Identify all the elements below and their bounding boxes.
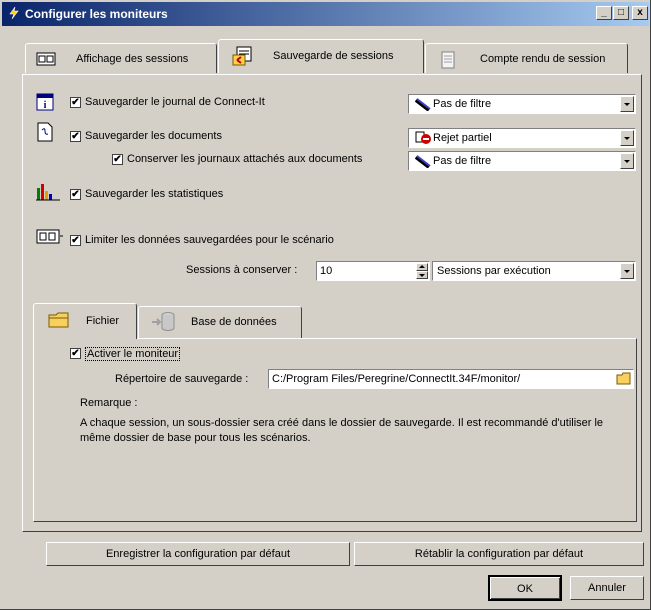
display-icon	[36, 52, 56, 66]
remark-label: Remarque :	[80, 397, 138, 409]
sessions-stepper[interactable]: 10	[316, 261, 430, 281]
tab-compte-rendu-de-session[interactable]: Compte rendu de session	[425, 43, 628, 73]
dropdown-arrow-icon[interactable]	[620, 96, 634, 112]
journal-checkbox[interactable]: ✔	[70, 97, 81, 108]
subtab-base-de-donnees[interactable]: Base de données	[138, 306, 302, 338]
database-icon	[152, 312, 175, 331]
sessions-unit-value: Sessions par exécution	[437, 265, 551, 277]
info-icon: i	[36, 93, 54, 111]
document-icon	[37, 122, 53, 142]
save-default-button[interactable]: Enregistrer la configuration par défaut	[46, 542, 350, 566]
enable-monitor-checkbox[interactable]: ✔	[70, 348, 81, 359]
enable-monitor-label: Activer le moniteur	[85, 347, 181, 361]
maximize-button[interactable]: □	[613, 6, 629, 20]
tab-sauvegarde-de-sessions[interactable]: Sauvegarde de sessions	[218, 39, 424, 73]
browse-folder-icon[interactable]	[616, 372, 632, 386]
journal-label: Sauvegarder le journal de Connect-It	[85, 96, 265, 108]
subtab-label: Fichier	[86, 315, 120, 327]
journal-filter-select[interactable]: Pas de filtre	[408, 94, 636, 114]
statistics-icon	[36, 184, 60, 201]
close-button[interactable]: x	[632, 6, 648, 20]
filter-icon	[415, 155, 431, 168]
filter-icon	[415, 98, 431, 111]
attached-logs-checkbox[interactable]: ✔	[112, 154, 123, 165]
report-icon	[441, 51, 455, 69]
restore-default-button[interactable]: Rétablir la configuration par défaut	[354, 542, 644, 566]
subtab-label: Base de données	[191, 316, 277, 328]
limit-icon	[36, 229, 63, 244]
tab-label: Compte rendu de session	[480, 53, 606, 65]
svg-text:i: i	[44, 100, 47, 111]
cancel-button[interactable]: Annuler	[570, 576, 644, 600]
sessions-label: Sessions à conserver :	[186, 264, 298, 276]
configure-monitors-dialog: Configurer les moniteurs _ □ x Affichage…	[0, 0, 651, 610]
app-icon	[9, 6, 19, 20]
sessions-unit-select[interactable]: Sessions par exécution	[432, 261, 636, 281]
subtab-fichier[interactable]: Fichier	[33, 303, 137, 339]
limit-label: Limiter les données sauvegardées pour le…	[85, 234, 334, 246]
attached-logs-filter-select[interactable]: Pas de filtre	[408, 151, 636, 171]
tab-label: Sauvegarde de sessions	[273, 50, 394, 62]
tab-affichage-des-sessions[interactable]: Affichage des sessions	[25, 43, 217, 73]
directory-value: C:/Program Files/Peregrine/ConnectIt.34F…	[272, 373, 521, 385]
journal-filter-value: Pas de filtre	[433, 98, 492, 110]
ok-button[interactable]: OK	[488, 575, 562, 601]
save-sessions-icon	[232, 46, 252, 66]
stats-label: Sauvegarder les statistiques	[85, 188, 224, 200]
documents-checkbox[interactable]: ✔	[70, 131, 81, 142]
attached-logs-filter-value: Pas de filtre	[433, 155, 492, 167]
sessions-value: 10	[320, 265, 333, 277]
stats-checkbox[interactable]: ✔	[70, 189, 81, 200]
window-title: Configurer les moniteurs	[25, 7, 168, 21]
dropdown-arrow-icon[interactable]	[620, 263, 634, 279]
minimize-button[interactable]: _	[596, 6, 612, 20]
tab-label: Affichage des sessions	[76, 53, 189, 65]
dropdown-arrow-icon[interactable]	[620, 153, 634, 169]
documents-label: Sauvegarder les documents	[85, 130, 222, 142]
documents-filter-select[interactable]: Rejet partiel	[408, 128, 636, 148]
limit-checkbox[interactable]: ✔	[70, 235, 81, 246]
dropdown-arrow-icon[interactable]	[620, 130, 634, 146]
spin-down-button[interactable]	[416, 271, 428, 279]
spin-up-button[interactable]	[416, 263, 428, 271]
directory-label: Répertoire de sauvegarde :	[115, 373, 249, 385]
reject-icon	[415, 131, 431, 144]
documents-filter-value: Rejet partiel	[433, 132, 492, 144]
remark-text: A chaque session, un sous-dossier sera c…	[80, 417, 604, 444]
title-bar: Configurer les moniteurs _ □ x	[2, 2, 649, 26]
folder-icon	[48, 312, 69, 328]
directory-input[interactable]: C:/Program Files/Peregrine/ConnectIt.34F…	[268, 369, 634, 389]
attached-logs-label: Conserver les journaux attachés aux docu…	[127, 153, 363, 165]
